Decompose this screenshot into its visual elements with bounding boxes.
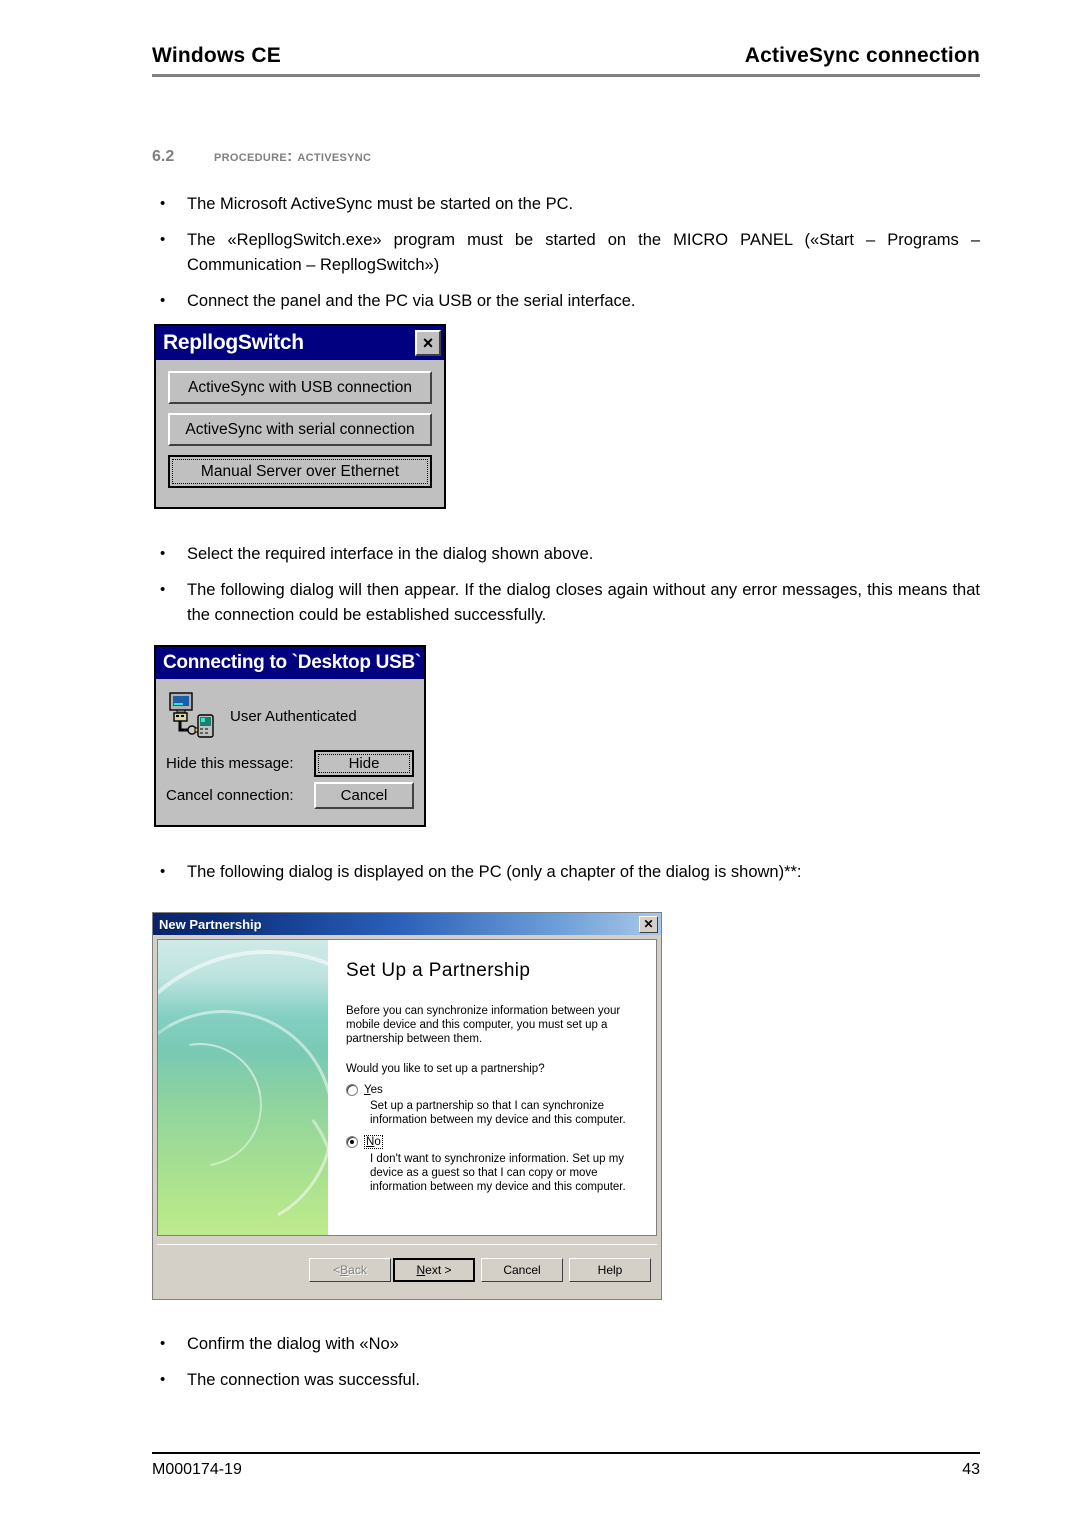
hide-message-label: Hide this message: <box>166 755 294 772</box>
header-title-right: ActiveSync connection <box>744 44 980 67</box>
connecting-titlebar: Connecting to `Desktop USB` <box>156 647 424 679</box>
back-button[interactable]: < Back <box>309 1257 391 1282</box>
repllog-switch-dialog: RepllogSwitch × ActiveSync with USB conn… <box>154 324 446 509</box>
next-button[interactable]: Next > <box>393 1257 475 1282</box>
label-rest: o <box>374 1136 381 1148</box>
page-number: 43 <box>962 1461 980 1478</box>
connecting-title: Connecting to `Desktop USB` <box>163 652 421 673</box>
mnemonic: N <box>416 1262 426 1277</box>
focus-ring <box>318 754 410 773</box>
connecting-body: User Authenticated Hide this message: Hi… <box>156 679 424 817</box>
document-id: M000174-19 <box>152 1461 242 1478</box>
activesync-usb-button[interactable]: ActiveSync with USB connection <box>168 371 432 404</box>
radio-icon-no[interactable] <box>346 1136 358 1148</box>
cancel-button[interactable]: Cancel <box>314 782 414 809</box>
cancel-connection-row: Cancel connection: Cancel <box>166 782 414 809</box>
close-icon[interactable]: ✕ <box>639 915 658 933</box>
repllog-titlebar: RepllogSwitch × <box>156 326 444 360</box>
pc-to-device-connection-icon <box>166 690 218 742</box>
radio-description-no: I don't want to synchronize information.… <box>370 1153 626 1193</box>
mnemonic: B <box>340 1262 349 1277</box>
help-button[interactable]: Help <box>569 1257 651 1282</box>
radio-label-no: No <box>364 1135 383 1149</box>
partnership-main: Set Up a Partnership Before you can sync… <box>157 939 657 1236</box>
page-footer: M000174-19 43 <box>152 1452 980 1479</box>
radio-description-yes: Set up a partnership so that I can synch… <box>370 1100 626 1126</box>
wizard-heading: Set Up a Partnership <box>346 960 531 981</box>
wizard-intro-text: Before you can synchronize information b… <box>346 1005 621 1045</box>
repllog-title: RepllogSwitch <box>163 331 304 354</box>
label-rest: es <box>370 1084 383 1096</box>
bullet-list-select-interface: Select the required interface in the dia… <box>152 541 980 628</box>
activesync-serial-button[interactable]: ActiveSync with serial connection <box>168 413 432 446</box>
focus-ring <box>172 459 428 484</box>
page-header: Windows CE ActiveSync connection <box>152 44 980 77</box>
radio-option-yes[interactable]: Yes <box>346 1084 640 1096</box>
close-icon[interactable]: × <box>415 330 441 356</box>
bullet-list-confirm: Confirm the dialog with «No» The connect… <box>152 1331 980 1393</box>
label-post: ext > <box>425 1262 452 1277</box>
connecting-dialog: Connecting to `Desktop USB` User Authent… <box>154 645 426 827</box>
label-pre: < <box>333 1262 341 1277</box>
list-item: The «RepllogSwitch.exe» program must be … <box>152 227 980 278</box>
label-post: ack <box>348 1262 367 1277</box>
section-title: Procedure: ActiveSync <box>214 148 372 165</box>
cancel-connection-label: Cancel connection: <box>166 787 294 804</box>
wizard-button-bar: < Back Next > Cancel Help <box>157 1244 657 1294</box>
repllog-body: ActiveSync with USB connection ActiveSyn… <box>156 360 444 498</box>
wizard-question: Would you like to set up a partnership? <box>346 1063 545 1075</box>
header-title-left: Windows CE <box>152 44 281 67</box>
list-item: The Microsoft ActiveSync must be started… <box>152 191 980 217</box>
list-item: Select the required interface in the dia… <box>152 541 980 567</box>
connection-status-row: User Authenticated <box>166 687 414 745</box>
partnership-titlebar: New Partnership ✕ <box>153 913 661 935</box>
list-item: The following dialog will then appear. I… <box>152 577 980 628</box>
list-item: The connection was successful. <box>152 1367 980 1393</box>
partnership-content: Set Up a Partnership Before you can sync… <box>328 940 656 1235</box>
radio-label-yes: Yes <box>364 1084 383 1096</box>
connection-status-text: User Authenticated <box>230 707 357 725</box>
new-partnership-dialog: New Partnership ✕ Set Up a Partnership B… <box>152 912 662 1300</box>
section-number: 6.2 <box>152 148 175 165</box>
bullet-list-intro: The Microsoft ActiveSync must be started… <box>152 191 980 314</box>
list-item: Confirm the dialog with «No» <box>152 1331 980 1357</box>
wizard-banner-image <box>158 940 328 1235</box>
radio-icon-yes[interactable] <box>346 1084 358 1096</box>
mnemonic: Y <box>364 1084 371 1096</box>
list-item: Connect the panel and the PC via USB or … <box>152 288 980 314</box>
cancel-button[interactable]: Cancel <box>481 1257 563 1282</box>
list-item: The following dialog is displayed on the… <box>152 859 980 885</box>
section-heading: 6.2 Procedure: ActiveSync <box>152 148 980 166</box>
radio-option-no[interactable]: No <box>346 1135 640 1149</box>
hide-button[interactable]: Hide <box>314 750 414 777</box>
hide-message-row: Hide this message: Hide <box>166 750 414 777</box>
partnership-title: New Partnership <box>159 916 262 932</box>
document-page: Windows CE ActiveSync connection 6.2 Pro… <box>0 0 1080 1527</box>
manual-server-ethernet-button[interactable]: Manual Server over Ethernet <box>168 455 432 488</box>
bullet-list-pc-dialog: The following dialog is displayed on the… <box>152 859 980 885</box>
